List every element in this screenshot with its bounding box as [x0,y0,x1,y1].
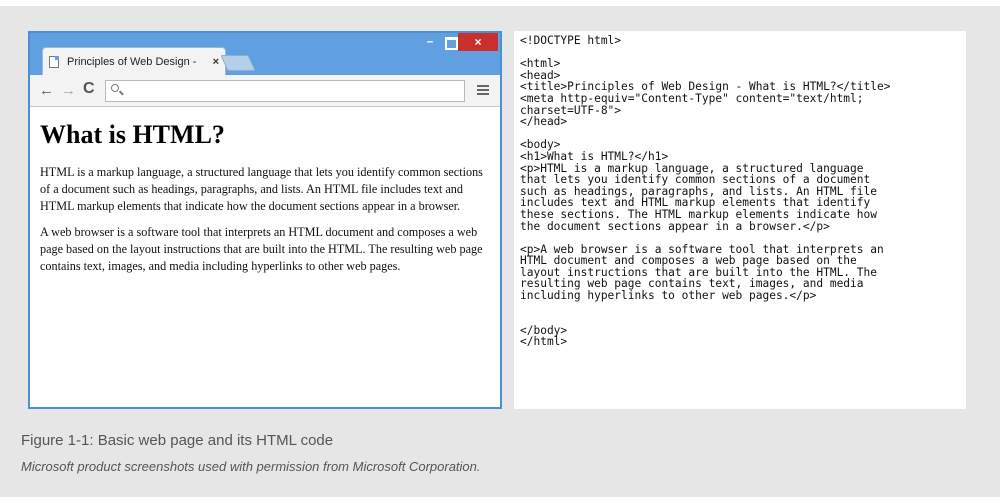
tab-close-icon[interactable]: × [213,56,219,68]
figure-panel: Principles of Web Design - × – × ← → C W… [0,0,1000,503]
back-arrow-icon[interactable]: ← [39,82,54,99]
browser-tab[interactable]: Principles of Web Design - × [42,47,226,75]
close-window-button[interactable]: × [458,33,498,51]
figure-caption: Figure 1-1: Basic web page and its HTML … [21,432,334,449]
forward-arrow-icon[interactable]: → [61,82,76,99]
page-paragraph-1: HTML is a markup language, a structured … [40,165,483,213]
page-heading: What is HTML? [40,120,225,149]
page-icon [49,55,59,68]
browser-window: Principles of Web Design - × – × ← → C W… [28,31,502,409]
html-code-panel: <!DOCTYPE html> <html> <head> <title>Pri… [514,31,966,409]
maximize-button[interactable] [442,35,458,50]
figure-credit: Microsoft product screenshots used with … [21,459,481,474]
bottom-rule [0,497,1000,503]
page-paragraph-2: A web browser is a software tool that in… [40,225,483,273]
minimize-button[interactable]: – [422,35,438,49]
hamburger-menu-icon[interactable] [477,85,489,96]
search-icon [111,84,119,92]
tab-title: Principles of Web Design - [67,55,197,68]
browser-titlebar: Principles of Web Design - × – × [30,33,500,75]
page-viewport: What is HTML? HTML is a markup language,… [30,108,500,407]
top-rule [0,0,1000,6]
reload-icon[interactable]: C [83,80,95,98]
browser-toolbar: ← → C [30,75,500,107]
address-bar[interactable] [105,80,465,102]
